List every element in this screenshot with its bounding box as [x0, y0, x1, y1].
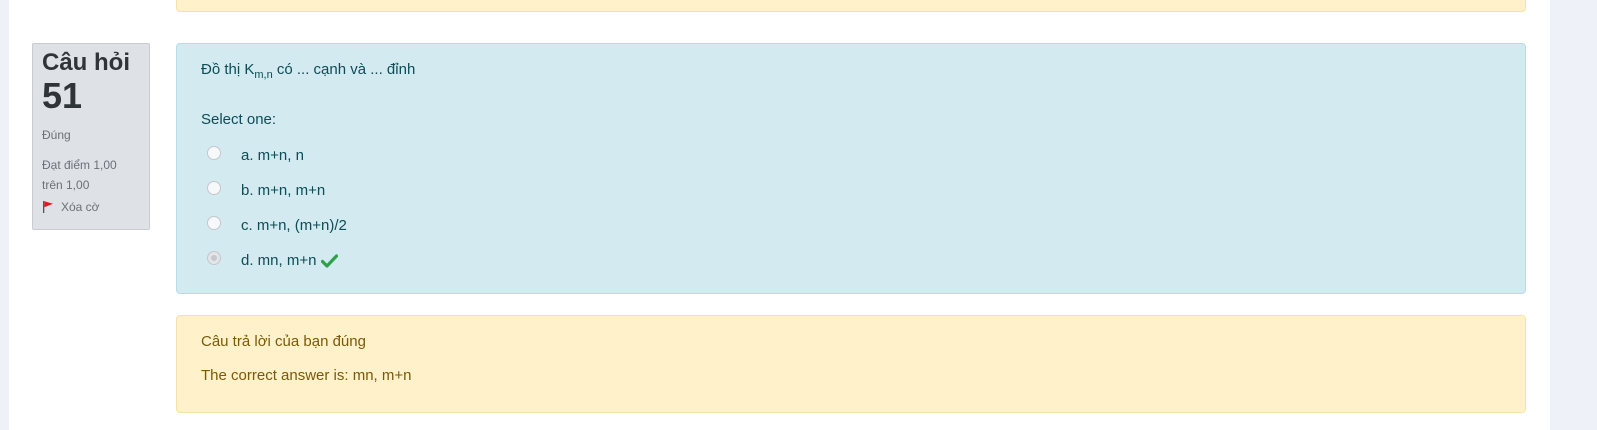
- question-text-after: có ... cạnh và ... đỉnh: [272, 61, 416, 78]
- page: Câu hỏi 51 Đúng Đạt điểm 1,00 trên 1,00 …: [0, 0, 1597, 430]
- option-c[interactable]: c. m+n, (m+n)/2: [207, 208, 347, 243]
- option-b-label[interactable]: b. m+n, m+n: [241, 182, 325, 199]
- question-text: Đồ thị Km,n có ... cạnh và ... đỉnh: [201, 61, 415, 81]
- remove-flag-label: Xóa cờ: [61, 200, 100, 214]
- question-info: Câu hỏi 51 Đúng Đạt điểm 1,00 trên 1,00 …: [32, 43, 150, 230]
- question-text-subscript: m,n: [254, 69, 273, 81]
- answer-options: a. m+n, n b. m+n, m+n c. m+n, (m+n)/2 d.…: [207, 138, 347, 278]
- correct-answer-text: The correct answer is: mn, m+n: [201, 367, 412, 384]
- right-gutter: [1550, 0, 1597, 430]
- option-d-label[interactable]: d. mn, m+n: [241, 252, 316, 269]
- question-outcome: Câu trả lời của bạn đúng The correct ans…: [176, 315, 1526, 413]
- previous-question-feedback: [176, 0, 1526, 12]
- flag-icon: [42, 200, 54, 214]
- question-formulation: Đồ thị Km,n có ... cạnh và ... đỉnh Sele…: [176, 43, 1526, 294]
- option-c-radio[interactable]: [207, 215, 221, 230]
- question-grade: Đạt điểm 1,00 trên 1,00: [42, 155, 140, 195]
- grade-line-1: Đạt điểm 1,00: [42, 158, 117, 172]
- option-c-label[interactable]: c. m+n, (m+n)/2: [241, 217, 347, 234]
- question-state: Đúng: [42, 128, 71, 142]
- option-a-label[interactable]: a. m+n, n: [241, 147, 304, 164]
- option-b[interactable]: b. m+n, m+n: [207, 173, 347, 208]
- answer-feedback: Câu trả lời của bạn đúng: [201, 333, 366, 350]
- check-icon: [321, 253, 339, 268]
- remove-flag-link[interactable]: Xóa cờ: [42, 200, 140, 214]
- select-prompt: Select one:: [201, 111, 277, 128]
- question-label: Câu hỏi: [42, 49, 130, 76]
- option-a[interactable]: a. m+n, n: [207, 138, 347, 173]
- option-a-radio[interactable]: [207, 145, 221, 160]
- option-b-radio[interactable]: [207, 180, 221, 195]
- option-d[interactable]: d. mn, m+n: [207, 243, 347, 278]
- option-d-radio[interactable]: [207, 250, 221, 265]
- grade-line-2: trên 1,00: [42, 178, 90, 192]
- question-number: 51: [42, 75, 83, 116]
- question-text-before: Đồ thị K: [201, 61, 255, 78]
